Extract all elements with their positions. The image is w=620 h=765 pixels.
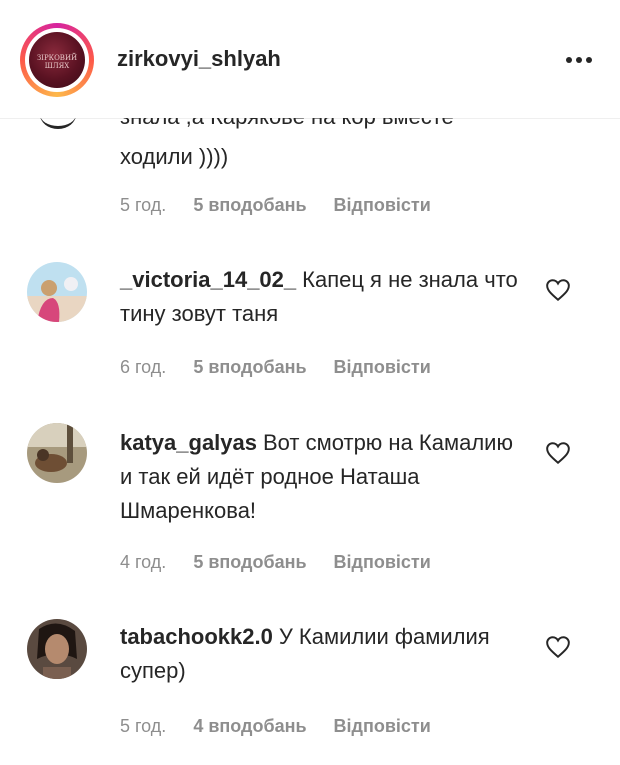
reply-button[interactable]: Відповісти bbox=[334, 552, 431, 572]
comment-username[interactable]: tabachookk2.0 bbox=[120, 624, 273, 649]
avatar-image bbox=[27, 262, 87, 322]
comment-time[interactable]: 4 год. bbox=[120, 552, 166, 572]
comment-body: tabachookk2.0 У Камилии фамилия супер) bbox=[120, 620, 520, 688]
more-options-icon[interactable] bbox=[562, 48, 596, 72]
comment-likes[interactable]: 5 вподобань bbox=[193, 357, 306, 377]
heart-outline-icon[interactable] bbox=[545, 635, 571, 659]
profile-avatar[interactable]: ЗІРКОВИЙ ШЛЯХ bbox=[25, 28, 89, 92]
profile-logo: ЗІРКОВИЙ ШЛЯХ bbox=[29, 32, 85, 88]
comment-text-end: ходили )))) bbox=[120, 144, 229, 169]
comment-text: ходили )))) bbox=[120, 140, 520, 174]
header-username[interactable]: zirkovyi_shlyah bbox=[117, 46, 281, 72]
comment-time[interactable]: 5 год. bbox=[120, 716, 166, 736]
profile-avatar-ring[interactable]: ЗІРКОВИЙ ШЛЯХ bbox=[20, 23, 94, 97]
avatar[interactable] bbox=[27, 423, 87, 483]
comment-likes[interactable]: 4 вподобань bbox=[193, 716, 306, 736]
comment-body: _victoria_14_02_ Капец я не знала что тин… bbox=[120, 263, 520, 331]
avatar-image bbox=[27, 619, 87, 679]
reply-button[interactable]: Відповісти bbox=[334, 195, 431, 215]
comment-meta: 5 год. 4 вподобань Відповісти bbox=[120, 716, 453, 737]
comment-body: katya_galyas Вот смотрю на Камалию и так … bbox=[120, 426, 520, 528]
comment-username[interactable]: _victoria_14_02_ bbox=[120, 267, 296, 292]
avatar-image bbox=[27, 423, 87, 483]
comment-time[interactable]: 5 год. bbox=[120, 195, 166, 215]
comment-meta: 6 год. 5 вподобань Відповісти bbox=[120, 357, 453, 378]
comment-time[interactable]: 6 год. bbox=[120, 357, 166, 377]
reply-button[interactable]: Відповісти bbox=[334, 357, 431, 377]
comment-likes[interactable]: 5 вподобань bbox=[193, 552, 306, 572]
comment-username[interactable]: katya_galyas bbox=[120, 430, 257, 455]
heart-outline-icon[interactable] bbox=[545, 441, 571, 465]
avatar[interactable] bbox=[27, 619, 87, 679]
avatar[interactable] bbox=[27, 262, 87, 322]
post-header: ЗІРКОВИЙ ШЛЯХ zirkovyi_shlyah bbox=[0, 0, 620, 119]
comment-meta: 4 год. 5 вподобань Відповісти bbox=[120, 552, 453, 573]
reply-button[interactable]: Відповісти bbox=[334, 716, 431, 736]
comment-meta: 5 год. 5 вподобань Відповісти bbox=[120, 195, 453, 216]
logo-text: ЗІРКОВИЙ ШЛЯХ bbox=[36, 54, 78, 70]
heart-outline-icon[interactable] bbox=[545, 278, 571, 302]
comment-likes[interactable]: 5 вподобань bbox=[193, 195, 306, 215]
